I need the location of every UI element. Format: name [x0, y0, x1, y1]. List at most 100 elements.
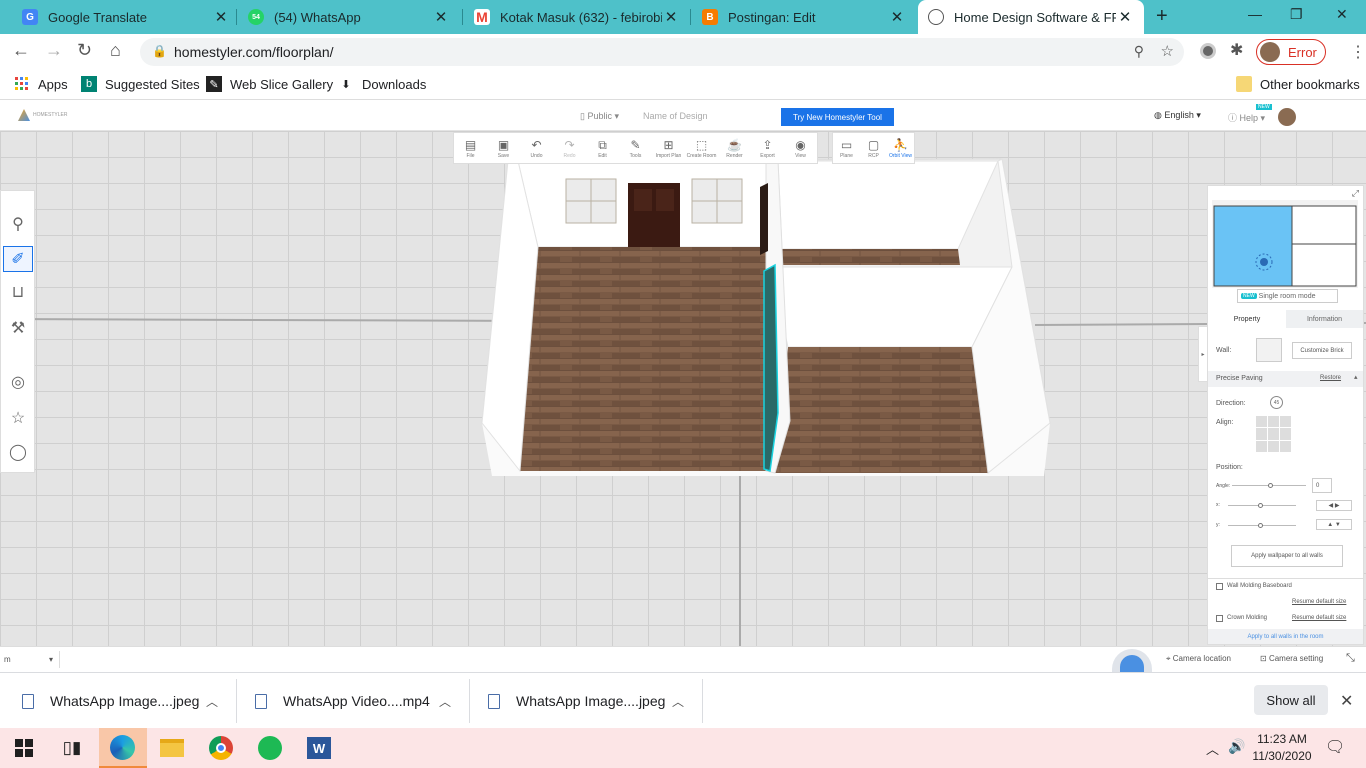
- import-plan-button[interactable]: ⊞ Import Plan: [652, 133, 685, 163]
- close-icon[interactable]: ✕: [888, 8, 906, 26]
- apply-all-walls-button[interactable]: Apply to all walls in the room: [1208, 629, 1363, 644]
- camera-location-button[interactable]: ⌖ Camera location: [1166, 654, 1231, 664]
- extensions-puzzle-icon[interactable]: ✱: [1230, 40, 1243, 60]
- render-button[interactable]: ☕ Render: [718, 133, 751, 163]
- wall-material-swatch[interactable]: [1256, 338, 1282, 362]
- show-all-button[interactable]: Show all: [1254, 685, 1328, 715]
- x-slider-knob[interactable]: [1258, 503, 1263, 508]
- download-item[interactable]: WhatsApp Image....jpeg ︿: [488, 681, 698, 721]
- search-icon[interactable]: ⚲: [3, 211, 33, 237]
- angle-slider-knob[interactable]: [1268, 483, 1273, 488]
- apply-wallpaper-button[interactable]: Apply wallpaper to all walls: [1231, 545, 1343, 567]
- camera-setting-button[interactable]: ⊡ Camera setting: [1260, 654, 1323, 663]
- plane-view-button[interactable]: ▭ Plane: [833, 133, 860, 163]
- tray-overflow-icon[interactable]: ︿: [1206, 739, 1219, 758]
- back-icon[interactable]: ←: [12, 40, 30, 61]
- try-new-tool-button[interactable]: Try New Homestyler Tool: [781, 108, 894, 126]
- orbit-view-button[interactable]: ⛹ Orbit View: [887, 133, 914, 163]
- rcp-view-button[interactable]: ▢ RCP: [860, 133, 887, 163]
- furniture-icon[interactable]: ⊔: [3, 279, 33, 305]
- address-bar[interactable]: 🔒 homestyler.com/floorplan/ ⚲ ☆: [140, 38, 1184, 66]
- tab-homestyler[interactable]: Home Design Software & FREE ✕: [918, 0, 1144, 34]
- panel-collapse-handle[interactable]: ▸: [1198, 326, 1207, 382]
- restore-icon[interactable]: ❐: [1290, 6, 1303, 23]
- tools-button[interactable]: ✎ Tools: [619, 133, 652, 163]
- expand-icon[interactable]: ⤢: [1352, 188, 1359, 199]
- save-button[interactable]: ▣ Save: [487, 133, 520, 163]
- volume-icon[interactable]: 🔊: [1228, 738, 1245, 755]
- forward-icon[interactable]: →: [45, 40, 63, 61]
- minimize-icon[interactable]: —: [1248, 6, 1262, 22]
- bookmark-downloads[interactable]: ⬇ Downloads: [338, 76, 426, 92]
- chevron-up-icon[interactable]: ︿: [206, 693, 218, 710]
- view-button[interactable]: ◉ View: [784, 133, 817, 163]
- wall-molding-checkbox[interactable]: [1216, 583, 1223, 590]
- restore-link[interactable]: Restore: [1320, 375, 1341, 381]
- bookmark-suggested-sites[interactable]: b Suggested Sites: [81, 76, 200, 92]
- zoom-icon[interactable]: ⚲: [1134, 43, 1144, 60]
- file-button[interactable]: ▤ File: [454, 133, 487, 163]
- download-item[interactable]: WhatsApp Video....mp4 ︿: [255, 681, 465, 721]
- y-stepper[interactable]: ▲ ▼: [1316, 519, 1352, 530]
- bookmark-star-icon[interactable]: ☆: [1161, 42, 1174, 60]
- paint-tool-icon[interactable]: ✐: [3, 246, 33, 272]
- download-item[interactable]: WhatsApp Image....jpeg ︿: [22, 681, 232, 721]
- menu-icon[interactable]: ⋮: [1350, 42, 1366, 62]
- design-name-input[interactable]: Name of Design: [643, 111, 708, 121]
- user-icon[interactable]: ◯: [3, 439, 33, 465]
- window-close-icon[interactable]: ✕: [1336, 6, 1348, 23]
- close-shelf-icon[interactable]: ✕: [1340, 691, 1353, 711]
- close-icon[interactable]: ✕: [662, 8, 680, 26]
- windows-start-icon[interactable]: [10, 734, 38, 762]
- crown-molding-checkbox[interactable]: [1216, 615, 1223, 622]
- tab-blogger[interactable]: B Postingan: Edit ✕: [692, 0, 916, 34]
- help-button[interactable]: ⓘ Help ▾: [1228, 111, 1265, 124]
- rotate-direction-icon[interactable]: 45: [1270, 396, 1283, 409]
- bookmark-web-slice-gallery[interactable]: ✎ Web Slice Gallery: [206, 76, 333, 92]
- new-tab-icon[interactable]: +: [1156, 5, 1168, 28]
- visibility-dropdown[interactable]: ▯ Public ▾: [580, 111, 619, 122]
- customize-brick-button[interactable]: Customize Brick: [1292, 342, 1352, 359]
- edge-taskbar-slot[interactable]: [99, 728, 147, 768]
- single-room-mode-toggle[interactable]: NEW Single room mode: [1237, 289, 1338, 303]
- collapse-icon[interactable]: ▴: [1354, 373, 1358, 381]
- resume-default-link[interactable]: Resume default size: [1292, 599, 1346, 605]
- angle-input[interactable]: 0: [1312, 478, 1332, 493]
- undo-button[interactable]: ↶ Undo: [520, 133, 553, 163]
- tab-whatsapp[interactable]: 54 (54) WhatsApp ✕: [238, 0, 460, 34]
- notification-icon[interactable]: 🗨: [1325, 737, 1345, 757]
- compass-icon[interactable]: ◎: [3, 369, 33, 395]
- chrome-icon[interactable]: [207, 734, 235, 762]
- close-icon[interactable]: ✕: [212, 8, 230, 26]
- edit-button[interactable]: ⧉ Edit: [586, 133, 619, 163]
- language-selector[interactable]: ◍ English ▾: [1154, 110, 1201, 121]
- reload-icon[interactable]: ↻: [77, 40, 92, 61]
- tab-gmail[interactable]: M Kotak Masuk (632) - febirobian ✕: [464, 0, 690, 34]
- minimap[interactable]: [1212, 200, 1358, 288]
- create-room-button[interactable]: ⬚ Create Room: [685, 133, 718, 163]
- x-stepper[interactable]: ◀ ▶: [1316, 500, 1352, 511]
- export-button[interactable]: ⇪ Export: [751, 133, 784, 163]
- hammer-icon[interactable]: ⚒: [3, 315, 33, 341]
- system-clock[interactable]: 11:23 AM 11/30/2020: [1252, 731, 1312, 765]
- other-bookmarks[interactable]: Other bookmarks: [1236, 76, 1360, 92]
- unit-select[interactable]: m ▾: [4, 651, 60, 668]
- profile-error-button[interactable]: Error: [1256, 39, 1326, 65]
- avatar[interactable]: [1278, 108, 1296, 126]
- homestyler-logo[interactable]: HOMESTYLER: [18, 109, 67, 121]
- close-icon[interactable]: ✕: [1116, 8, 1134, 26]
- task-view-icon[interactable]: ▯▮: [58, 734, 86, 762]
- word-icon[interactable]: W: [305, 734, 333, 762]
- compass-widget[interactable]: [1112, 649, 1152, 673]
- spotify-icon[interactable]: [256, 734, 284, 762]
- lock-icon[interactable]: 🔒: [152, 44, 167, 58]
- tab-property[interactable]: Property: [1208, 310, 1286, 328]
- file-explorer-icon[interactable]: [158, 734, 186, 762]
- resume-default-link[interactable]: Resume default size: [1292, 615, 1346, 621]
- tab-information[interactable]: Information: [1286, 310, 1363, 328]
- extension-icon[interactable]: [1200, 43, 1216, 59]
- y-slider-knob[interactable]: [1258, 523, 1263, 528]
- tab-google-translate[interactable]: G Google Translate ✕: [12, 0, 240, 34]
- chevron-up-icon[interactable]: ︿: [672, 693, 684, 710]
- home-icon[interactable]: ⌂: [110, 40, 121, 61]
